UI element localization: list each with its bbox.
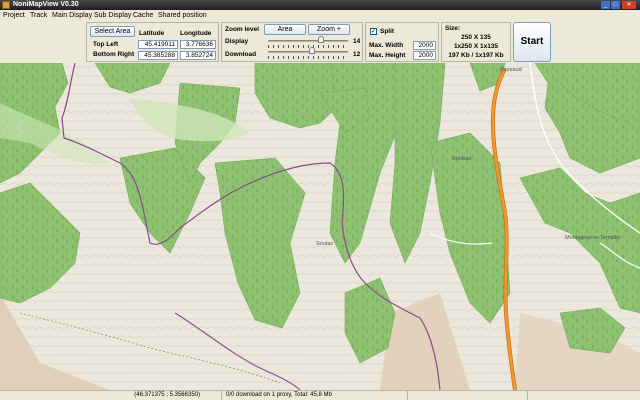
menu-project[interactable]: Project	[3, 11, 25, 20]
size-pixels: 250 X 135	[461, 34, 491, 41]
zoom-plus-button[interactable]: Zoom +	[308, 24, 350, 35]
bottom-right-latitude-field[interactable]: 45.385288	[138, 51, 178, 60]
bottom-right-label: Bottom Right	[93, 51, 135, 58]
select-area-button[interactable]: Select Area	[90, 26, 135, 37]
status-download: 0/0 download on 1 proxy, Total: 45,8 Mb	[222, 391, 408, 400]
display-zoom-value: 14	[353, 38, 361, 45]
menu-sub-display[interactable]: Sub Display	[94, 11, 131, 20]
menu-shared-position[interactable]: Shared position	[158, 11, 207, 20]
place-label: Brioisse	[452, 156, 472, 162]
map-canvas	[0, 63, 640, 390]
max-width-field[interactable]: 2000	[413, 41, 436, 50]
split-checkbox[interactable]: ✓	[370, 28, 377, 35]
latitude-header: Latitude	[139, 30, 165, 37]
status-coordinates: (46.371375 ; 5.3566350)	[0, 391, 222, 400]
zoom-level-label: Zoom level	[225, 26, 259, 33]
status-bar: (46.371375 ; 5.3566350) 0/0 download on …	[0, 390, 640, 400]
area-panel: Select Area Latitude Longitude Top Left …	[86, 22, 219, 62]
display-zoom-label: Display	[225, 38, 249, 45]
size-label: Size:	[445, 25, 461, 32]
menu-bar: Project Track Main Display Sub Display C…	[0, 10, 640, 21]
size-kb: 197 Kb / 1x197 Kb	[448, 52, 504, 59]
zoom-area-button[interactable]: Area	[264, 24, 306, 35]
longitude-header: Longitude	[180, 30, 212, 37]
status-empty	[408, 391, 528, 400]
size-panel: Size: 250 X 135 1x250 X 1x135 197 Kb / 1…	[441, 22, 511, 62]
download-zoom-ticks	[268, 56, 348, 59]
place-label: Montagnac-le-Templier	[565, 235, 621, 241]
app-icon	[2, 1, 10, 9]
download-zoom-label: Download	[225, 51, 257, 58]
display-zoom-ticks	[268, 45, 348, 48]
close-button[interactable]: ✕	[622, 1, 636, 9]
split-panel: ✓ Split Max. Width 2000 Max. Height 2000	[365, 22, 439, 62]
menu-cache[interactable]: Cache	[133, 11, 153, 20]
zoom-panel: Zoom level Area Zoom + Display 14 Downlo…	[221, 22, 363, 62]
top-left-longitude-field[interactable]: 3.776636	[180, 40, 216, 49]
title-bar: NoniMapView V0.30 _ □ ✕	[0, 0, 640, 10]
menu-main-display[interactable]: Main Display	[52, 11, 92, 20]
minimize-button[interactable]: _	[601, 1, 610, 9]
toolbar: Select Area Latitude Longitude Top Left …	[0, 21, 640, 63]
max-height-label: Max. Height	[369, 52, 406, 59]
app-window: NoniMapView V0.30 _ □ ✕ Project Track Ma…	[0, 0, 640, 400]
max-width-label: Max. Width	[369, 42, 404, 49]
maximize-button[interactable]: □	[611, 1, 620, 9]
menu-track[interactable]: Track	[30, 11, 47, 20]
start-button[interactable]: Start	[513, 22, 551, 62]
download-zoom-track	[268, 51, 348, 53]
window-title: NoniMapView V0.30	[13, 1, 79, 8]
max-height-field[interactable]: 2000	[413, 51, 436, 60]
size-tiles: 1x250 X 1x135	[453, 43, 499, 50]
download-zoom-slider[interactable]	[309, 47, 315, 54]
place-label: Soutas	[316, 241, 334, 247]
top-left-latitude-field[interactable]: 45.419011	[138, 40, 178, 49]
split-label: Split	[380, 28, 395, 35]
place-label: Bézeaud	[500, 67, 522, 73]
display-zoom-track	[268, 40, 348, 42]
display-zoom-slider[interactable]	[318, 36, 324, 43]
download-zoom-value: 12	[353, 51, 361, 58]
bottom-right-longitude-field[interactable]: 3.852724	[180, 51, 216, 60]
map-view[interactable]: Bézeaud Brioisse Soutas Montagnac-le-Tem…	[0, 63, 640, 390]
top-left-label: Top Left	[93, 41, 119, 48]
